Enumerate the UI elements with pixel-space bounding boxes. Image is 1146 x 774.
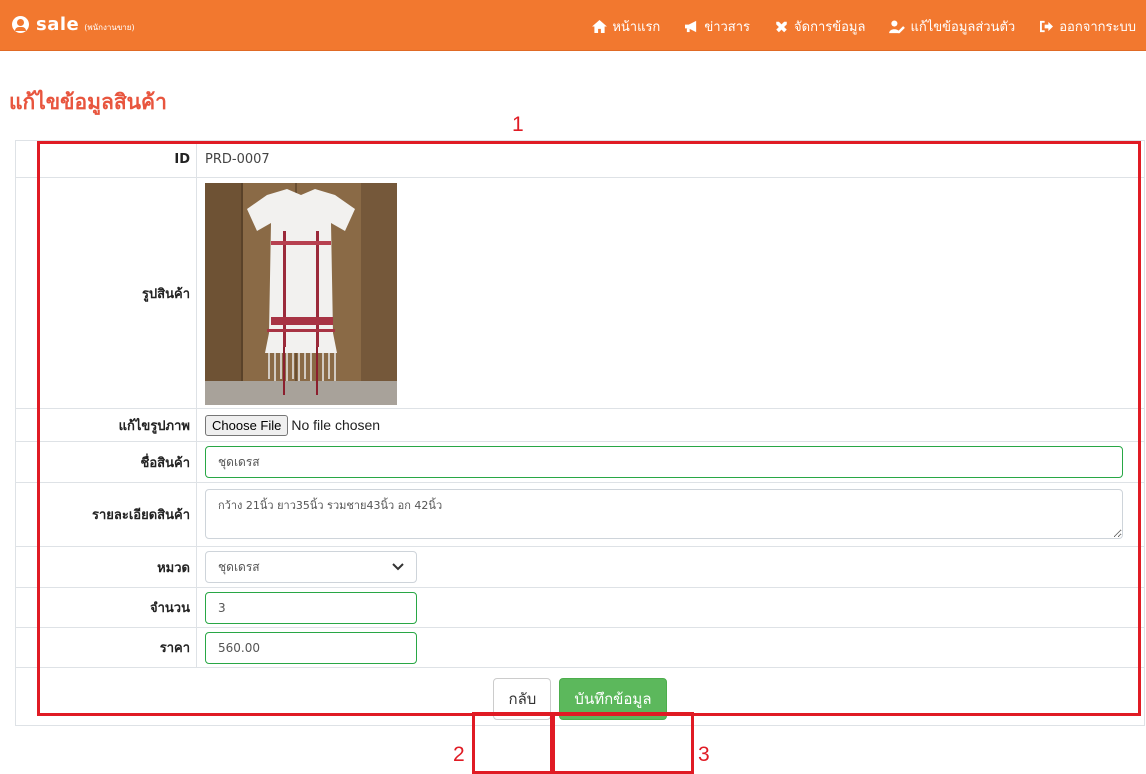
row-category: หมวด ชุดเดรส xyxy=(15,546,1145,588)
nav-home-label: หน้าแรก xyxy=(612,20,661,35)
chevron-down-icon xyxy=(392,563,404,571)
save-button[interactable]: บันทึกข้อมูล xyxy=(559,678,667,720)
file-status: No file chosen xyxy=(291,416,381,433)
row-quantity: จำนวน xyxy=(15,587,1145,628)
row-edit-image: แก้ไขรูปภาพ Choose File No file chosen xyxy=(15,408,1145,442)
choose-file-button[interactable]: Choose File xyxy=(205,414,289,436)
price-input[interactable] xyxy=(205,631,417,664)
page-title: แก้ไขข้อมูลสินค้า xyxy=(9,90,167,114)
megaphone-icon xyxy=(685,20,697,33)
price-label: ราคา xyxy=(15,627,197,668)
product-detail-textarea[interactable]: กว้าง 21นิ้ว ยาว35นิ้ว รวมชาย43นิ้ว อก 4… xyxy=(205,489,1123,539)
category-selected: ชุดเดรส xyxy=(218,559,260,574)
row-price: ราคา xyxy=(15,627,1145,668)
user-circle-icon xyxy=(12,16,29,33)
product-form: ID PRD-0007 รูปสินค้า แก้ไขรูปภาพ Choose… xyxy=(15,140,1145,726)
edit-image-label: แก้ไขรูปภาพ xyxy=(15,408,197,442)
annotation-number-3: 3 xyxy=(698,743,710,766)
nav-manage-data[interactable]: จัดการข้อมูล xyxy=(774,16,865,37)
nav-edit-profile-label: แก้ไขข้อมูลส่วนตัว xyxy=(910,20,1016,35)
product-image xyxy=(205,182,397,405)
nav-edit-profile[interactable]: แก้ไขข้อมูลส่วนตัว xyxy=(889,16,1015,37)
row-product-name: ชื่อสินค้า xyxy=(15,441,1145,483)
category-label: หมวด xyxy=(15,546,197,588)
tools-icon xyxy=(776,21,787,32)
home-icon xyxy=(592,20,608,33)
nav-logout[interactable]: ออกจากระบบ xyxy=(1039,16,1136,37)
brand-role: (พนักงานขาย) xyxy=(84,22,135,32)
row-product-image: รูปสินค้า xyxy=(15,177,1145,409)
quantity-input[interactable] xyxy=(205,591,417,624)
product-name-input[interactable] xyxy=(205,446,1123,478)
back-button[interactable]: กลับ xyxy=(493,678,552,720)
nav-news-label: ข่าวสาร xyxy=(704,20,751,35)
quantity-label: จำนวน xyxy=(15,587,197,628)
top-navbar: sale (พนักงานขาย) หน้าแรก ข่าวสาร จัดการ… xyxy=(0,0,1146,51)
annotation-number-2: 2 xyxy=(453,743,465,766)
nav-menu: หน้าแรก ข่าวสาร จัดการข้อมูล แก้ไขข้อมูล… xyxy=(568,16,1136,37)
product-image-label: รูปสินค้า xyxy=(15,177,197,409)
category-select[interactable]: ชุดเดรส xyxy=(205,551,417,583)
row-actions: กลับ บันทึกข้อมูล xyxy=(15,667,1145,726)
user-edit-icon xyxy=(889,19,906,33)
annotation-number-1: 1 xyxy=(512,113,524,136)
nav-logout-label: ออกจากระบบ xyxy=(1059,20,1136,35)
nav-manage-data-label: จัดการข้อมูล xyxy=(794,20,866,35)
nav-news[interactable]: ข่าวสาร xyxy=(684,16,750,37)
brand[interactable]: sale (พนักงานขาย) xyxy=(12,14,135,35)
id-value: PRD-0007 xyxy=(196,140,1145,178)
product-detail-label: รายละเอียดสินค้า xyxy=(15,482,197,547)
row-id: ID PRD-0007 xyxy=(15,140,1145,178)
id-label: ID xyxy=(15,140,197,178)
sign-out-icon xyxy=(1040,20,1054,33)
row-product-detail: รายละเอียดสินค้า กว้าง 21นิ้ว ยาว35นิ้ว … xyxy=(15,482,1145,547)
nav-home[interactable]: หน้าแรก xyxy=(592,16,660,37)
brand-name: sale xyxy=(36,14,80,35)
product-name-label: ชื่อสินค้า xyxy=(15,441,197,483)
